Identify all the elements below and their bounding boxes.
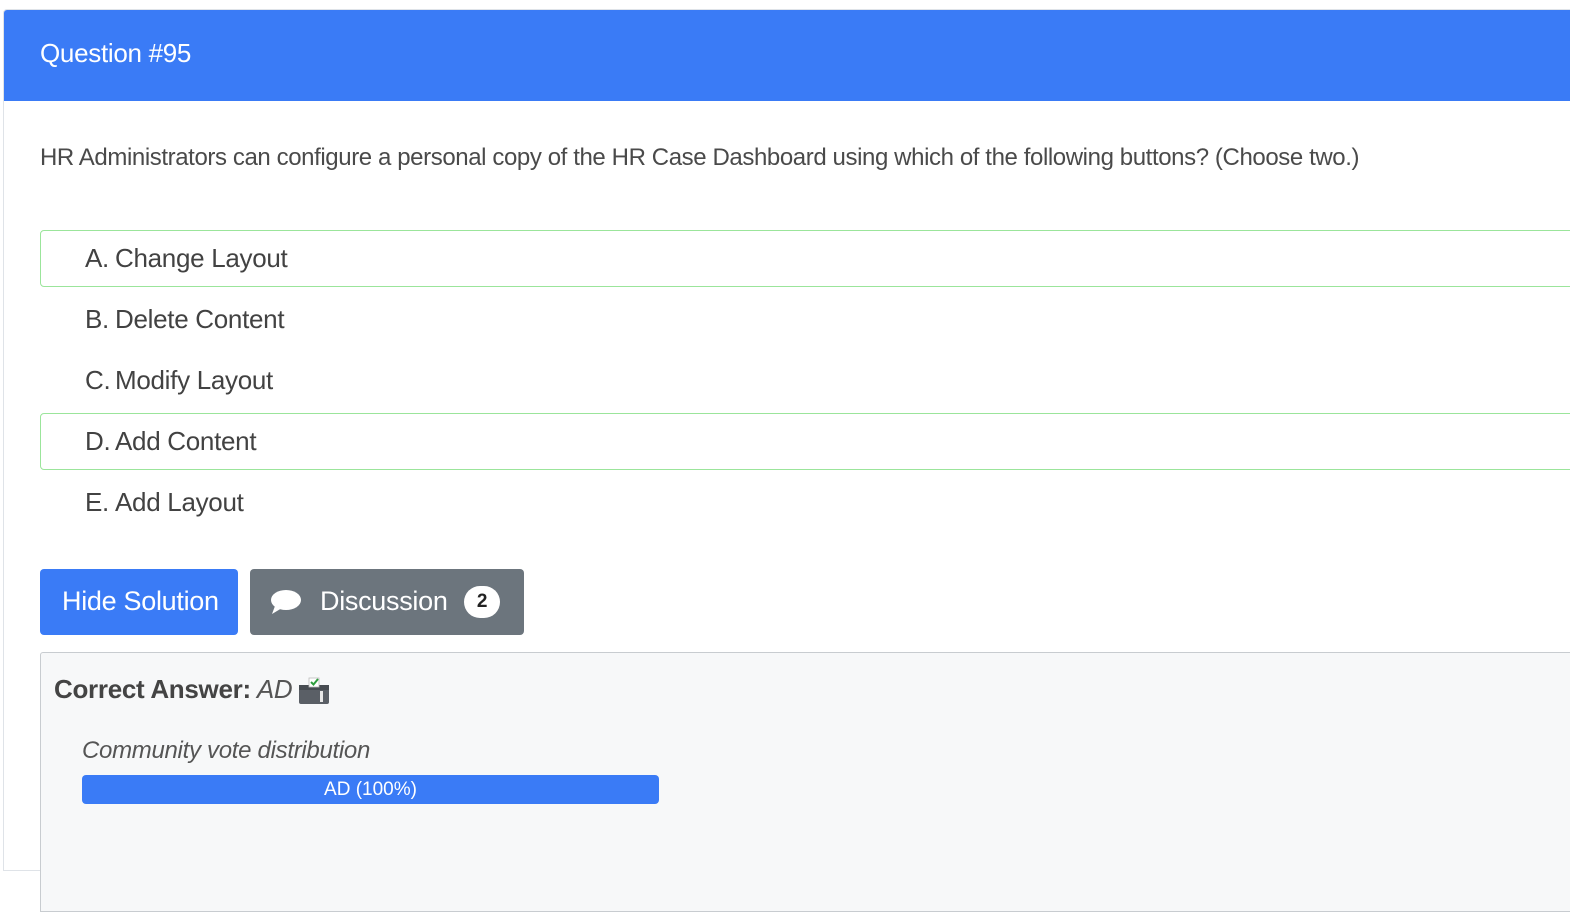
hide-solution-label: Hide Solution	[62, 586, 219, 616]
correct-answer-value: AD	[256, 674, 293, 704]
choice-letter: E.	[85, 487, 109, 517]
question-number: Question #95	[40, 38, 192, 68]
discussion-label: Discussion	[320, 586, 448, 616]
choice-text: Add Content	[115, 426, 257, 456]
correct-answer-label: Correct Answer:	[54, 674, 251, 704]
choice-text: Change Layout	[115, 243, 288, 273]
choice-list: A. Change Layout B. Delete Content C. Mo…	[40, 230, 1570, 535]
choice-text: Add Layout	[115, 487, 244, 517]
choice-e[interactable]: E. Add Layout	[40, 474, 1570, 531]
question-text: HR Administrators can configure a person…	[40, 144, 1360, 171]
chat-bubble-icon	[271, 590, 301, 614]
hide-solution-button[interactable]: Hide Solution	[40, 569, 238, 635]
correct-answer-line: Correct Answer: AD	[54, 674, 293, 705]
discussion-count-badge: 2	[464, 586, 500, 618]
choice-b[interactable]: B. Delete Content	[40, 291, 1570, 348]
vote-distribution-title: Community vote distribution	[82, 737, 371, 764]
question-card: Question #95 HR Administrators can confi…	[3, 9, 1570, 912]
answer-panel: Correct Answer: AD Community vote distrib…	[40, 652, 1570, 912]
choice-c[interactable]: C. Modify Layout	[40, 352, 1570, 409]
choice-letter: A.	[85, 243, 109, 273]
discussion-button[interactable]: Discussion 2	[250, 569, 524, 635]
vote-bar-ad: AD (100%)	[82, 775, 659, 804]
choice-text: Modify Layout	[115, 365, 273, 395]
vote-box-icon[interactable]	[297, 675, 331, 705]
choice-text: Delete Content	[115, 304, 285, 334]
choice-d[interactable]: D. Add Content	[40, 413, 1570, 470]
choice-letter: C.	[85, 365, 111, 395]
choice-letter: D.	[85, 426, 111, 456]
choice-a[interactable]: A. Change Layout	[40, 230, 1570, 287]
choice-letter: B.	[85, 304, 109, 334]
question-header: Question #95	[4, 10, 1570, 101]
